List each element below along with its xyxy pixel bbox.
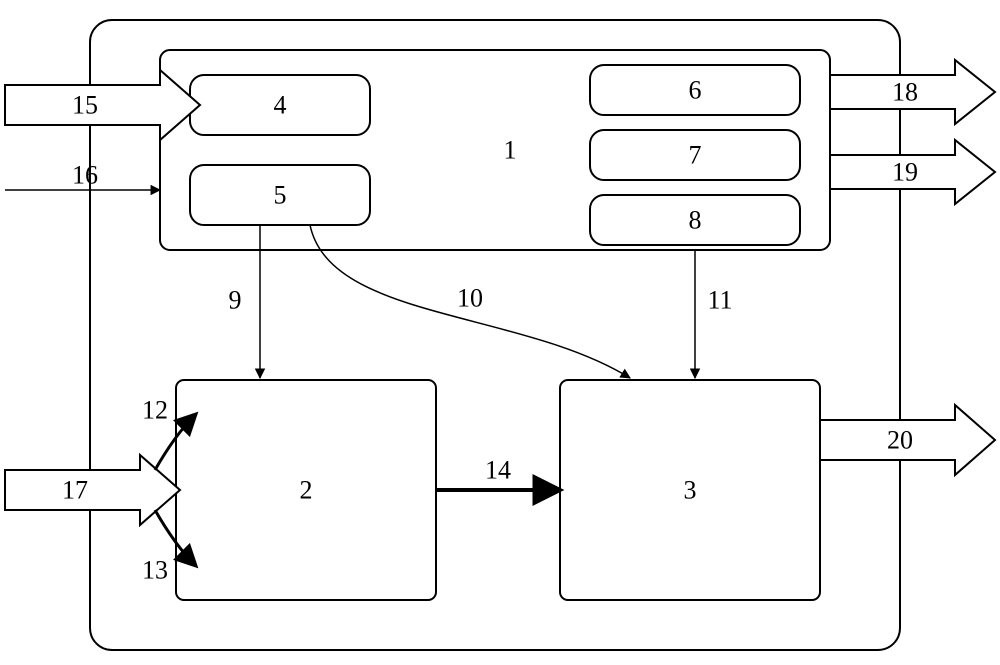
label-13: 13: [142, 556, 168, 585]
label-16: 16: [72, 161, 98, 190]
arrow-18: 18: [830, 60, 995, 124]
arrow-20: 20: [820, 405, 995, 475]
label-7: 7: [689, 141, 702, 170]
label-19: 19: [892, 158, 918, 187]
label-3: 3: [684, 476, 697, 505]
label-9: 9: [229, 286, 242, 315]
label-14: 14: [485, 456, 511, 485]
label-1: 1: [504, 136, 517, 165]
arrow-15: 15: [5, 70, 200, 140]
label-15: 15: [72, 91, 98, 120]
diagram-svg: 1 4 5 6 7 8 2 3 15 16 17 18 19 20: [0, 0, 1000, 665]
arrow-19: 19: [830, 140, 995, 204]
arrow-17: 17: [5, 455, 180, 525]
label-11: 11: [707, 286, 732, 315]
block-1: [160, 50, 830, 250]
label-2: 2: [300, 476, 313, 505]
label-10: 10: [457, 284, 483, 313]
label-6: 6: [689, 76, 702, 105]
label-5: 5: [274, 181, 287, 210]
label-20: 20: [887, 426, 913, 455]
label-18: 18: [892, 78, 918, 107]
label-17: 17: [62, 476, 88, 505]
label-8: 8: [689, 206, 702, 235]
label-4: 4: [274, 91, 287, 120]
label-12: 12: [142, 396, 168, 425]
